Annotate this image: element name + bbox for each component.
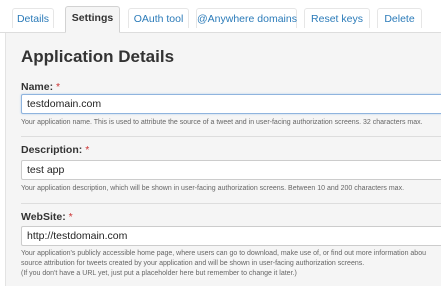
description-help-text: Your application description, which will…: [21, 185, 405, 192]
divider: [21, 136, 441, 137]
website-label: WebSite: *: [21, 211, 73, 223]
website-help-line-2: source attribution for tweets created by…: [21, 260, 365, 267]
tab-details[interactable]: Details: [12, 8, 54, 28]
settings-panel: Application Details Name: * Your applica…: [5, 33, 441, 286]
tab-oauth-tool[interactable]: OAuth tool: [128, 8, 189, 28]
page-title: Application Details: [21, 47, 175, 66]
divider: [21, 203, 441, 204]
website-label-text: WebSite:: [21, 211, 66, 223]
description-label-text: Description:: [21, 144, 83, 156]
website-help-line-1: Your application's publicly accessible h…: [21, 250, 426, 257]
name-required-mark: *: [56, 81, 61, 93]
website-input[interactable]: [21, 226, 441, 246]
description-input[interactable]: [21, 160, 441, 180]
description-label: Description: *: [21, 144, 89, 156]
tab-reset-keys[interactable]: Reset keys: [304, 8, 370, 28]
tab-bar: Details Settings OAuth tool @Anywhere do…: [0, 0, 441, 33]
tab-settings[interactable]: Settings: [65, 6, 120, 33]
app-settings-page: Details Settings OAuth tool @Anywhere do…: [0, 0, 441, 286]
name-label: Name: *: [21, 81, 60, 93]
description-required-mark: *: [85, 144, 90, 156]
name-input[interactable]: [21, 94, 441, 114]
website-required-mark: *: [68, 211, 73, 223]
tab-delete[interactable]: Delete: [377, 8, 422, 28]
name-label-text: Name:: [21, 81, 54, 93]
tab-anywhere-domains[interactable]: @Anywhere domains: [196, 8, 297, 28]
website-help-line-3: (If you don't have a URL yet, just put a…: [21, 270, 297, 277]
name-help-text: Your application name. This is used to a…: [21, 119, 423, 126]
